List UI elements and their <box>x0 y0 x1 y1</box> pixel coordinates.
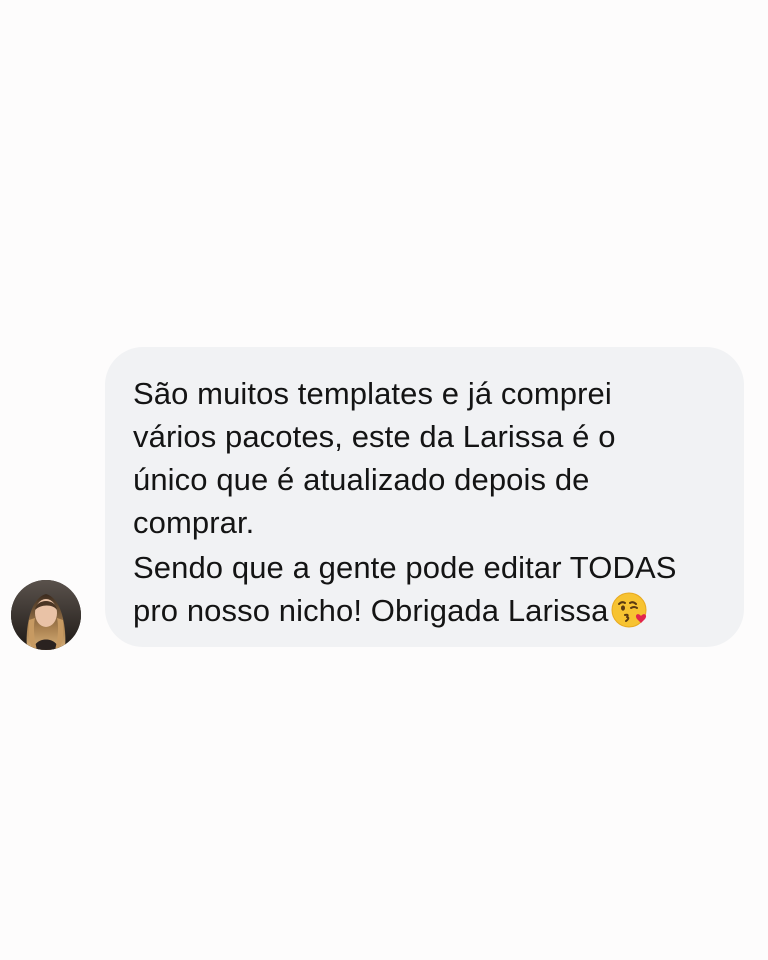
message-bubble[interactable]: São muitos templates e já comprei vários… <box>105 347 744 647</box>
avatar-photo <box>11 580 81 650</box>
message-line: São muitos templates e já comprei <box>133 376 612 411</box>
kissing-face-with-heart-icon <box>610 590 650 630</box>
message-line: comprar. <box>133 505 255 540</box>
message-line: único que é atualizado depois de <box>133 462 590 497</box>
message-line-text: pro nosso nicho! Obrigada Larissa <box>133 593 609 628</box>
sender-avatar[interactable] <box>11 580 81 650</box>
message-line: Sendo que a gente pode editar TODAS <box>133 546 724 589</box>
message-thread: São muitos templates e já comprei vários… <box>0 0 768 960</box>
message-last-line: pro nosso nicho! Obrigada Larissa <box>133 589 724 632</box>
message-line: vários pacotes, este da Larissa é o <box>133 419 616 454</box>
message-line-text: Sendo que a gente pode editar TODAS <box>133 550 677 585</box>
